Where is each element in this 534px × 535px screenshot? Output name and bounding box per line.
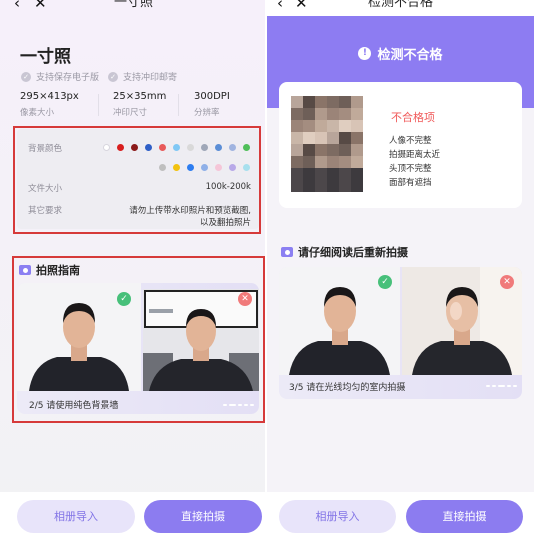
cross-badge-icon: ✕ — [500, 275, 514, 289]
mosaic-cell — [327, 168, 339, 180]
mosaic-cell — [351, 168, 363, 180]
mosaic-cell — [351, 180, 363, 192]
mosaic-cell — [327, 156, 339, 168]
mosaic-cell — [315, 156, 327, 168]
album-import-button[interactable]: 相册导入 — [279, 500, 396, 533]
top-nav-bar: ‹ ✕ 一寸照 — [0, 0, 267, 16]
detection-result-card: 不合格项 人像不完整 拍摄距离太近 头顶不完整 面部有遮挡 — [279, 82, 522, 208]
mosaic-cell — [303, 180, 315, 192]
mosaic-cell — [291, 108, 303, 120]
mosaic-cell — [303, 156, 315, 168]
mosaic-cell — [327, 120, 339, 132]
mosaic-cell — [351, 132, 363, 144]
mosaic-cell — [303, 168, 315, 180]
check-icon: ✓ — [108, 71, 118, 82]
highlight-box-specs — [13, 126, 261, 234]
mosaic-cell — [327, 108, 339, 120]
mosaic-cell — [303, 96, 315, 108]
album-import-button[interactable]: 相册导入 — [17, 500, 135, 533]
mosaic-cell — [291, 180, 303, 192]
screenshot-root: ‹ ✕ 一寸照 一寸照 ✓ 支持保存电子版 ✓ 支持冲印邮寄 295×413px… — [0, 0, 534, 535]
check-badge-icon: ✓ — [378, 275, 392, 289]
mosaic-cell — [315, 132, 327, 144]
mosaic-cell — [303, 108, 315, 120]
section-title: 请仔细阅读后重新拍摄 — [298, 246, 408, 259]
detection-failed-screen: ‹ ✕ 检测不合格 ! 检测不合格 不合格项 人像不完整 拍摄距离太近 头顶不完… — [267, 0, 534, 535]
divider — [98, 94, 99, 116]
mosaic-cell — [339, 120, 351, 132]
fail-reason: 面部有遮挡 — [389, 178, 432, 188]
banner-label: 检测不合格 — [377, 48, 443, 63]
camera-icon — [281, 247, 293, 257]
guide-caption: 3/5 请在光线均匀的室内拍摄 — [289, 383, 406, 393]
mosaic-cell — [327, 180, 339, 192]
nav-title: 一寸照 — [113, 0, 153, 10]
direct-shoot-button[interactable]: 直接拍摄 — [144, 500, 262, 533]
mosaic-cell — [339, 96, 351, 108]
page-title: 一寸照 — [20, 47, 71, 67]
mosaic-cell — [339, 168, 351, 180]
mosaic-cell — [351, 120, 363, 132]
mosaic-cell — [351, 108, 363, 120]
fail-reason: 头顶不完整 — [389, 164, 432, 174]
spec-value: 300DPI — [194, 91, 230, 102]
mosaic-cell — [351, 156, 363, 168]
mosaic-cell — [291, 96, 303, 108]
carousel-pager[interactable] — [486, 385, 517, 387]
feature-label: 支持保存电子版 — [36, 73, 100, 83]
mosaic-cell — [315, 180, 327, 192]
feature-electronic: ✓ 支持保存电子版 — [21, 70, 99, 83]
spec-value: 295×413px — [20, 91, 79, 102]
reshoot-heading: 请仔细阅读后重新拍摄 — [281, 244, 408, 260]
spec-label: 像素大小 — [20, 108, 55, 118]
mosaic-cell — [291, 144, 303, 156]
mosaic-cell — [327, 132, 339, 144]
status-banner-text: ! 检测不合格 — [267, 44, 534, 63]
direct-shoot-button[interactable]: 直接拍摄 — [406, 500, 523, 533]
spec-print-size: 25×35mm 冲印尺寸 — [113, 91, 166, 118]
mosaic-cell — [315, 144, 327, 156]
fail-title: 不合格项 — [391, 111, 435, 124]
warning-icon: ! — [358, 47, 372, 60]
top-nav-bar: ‹ ✕ 检测不合格 — [267, 0, 534, 16]
check-icon: ✓ — [21, 71, 31, 82]
mosaic-cell — [291, 156, 303, 168]
highlight-box-guide — [12, 256, 265, 423]
mosaic-cell — [303, 144, 315, 156]
feature-label: 支持冲印邮寄 — [123, 73, 178, 83]
mosaic-cell — [339, 144, 351, 156]
fail-reason: 拍摄距离太近 — [389, 150, 441, 160]
mosaic-cell — [291, 120, 303, 132]
mosaic-cell — [315, 108, 327, 120]
mosaic-cell — [327, 144, 339, 156]
mosaic-cell — [339, 180, 351, 192]
nav-title: 检测不合格 — [367, 0, 433, 10]
mosaic-cell — [339, 156, 351, 168]
mosaic-cell — [291, 132, 303, 144]
mosaic-cell — [291, 168, 303, 180]
mosaic-cell — [315, 120, 327, 132]
fail-reason: 人像不完整 — [389, 136, 432, 146]
id-photo-spec-screen: ‹ ✕ 一寸照 一寸照 ✓ 支持保存电子版 ✓ 支持冲印邮寄 295×413px… — [0, 0, 267, 535]
spec-pixel-size: 295×413px 像素大小 — [20, 91, 79, 118]
mosaic-cell — [351, 144, 363, 156]
spec-label: 冲印尺寸 — [113, 108, 148, 118]
mosaic-cell — [351, 96, 363, 108]
mosaic-cell — [339, 108, 351, 120]
feature-print: ✓ 支持冲印邮寄 — [108, 70, 177, 83]
pixelated-photo — [291, 96, 363, 192]
mosaic-cell — [303, 120, 315, 132]
mosaic-cell — [327, 96, 339, 108]
spec-value: 25×35mm — [113, 91, 167, 102]
mosaic-cell — [339, 132, 351, 144]
mosaic-cell — [303, 132, 315, 144]
spec-resolution: 300DPI 分辨率 — [194, 91, 230, 118]
spec-label: 分辨率 — [194, 108, 220, 118]
mosaic-cell — [315, 168, 327, 180]
divider — [178, 94, 179, 116]
mosaic-cell — [315, 96, 327, 108]
photo-guide-carousel[interactable]: ✓ ✕ 3/5 请在光线均匀的室内拍摄 — [279, 267, 522, 399]
